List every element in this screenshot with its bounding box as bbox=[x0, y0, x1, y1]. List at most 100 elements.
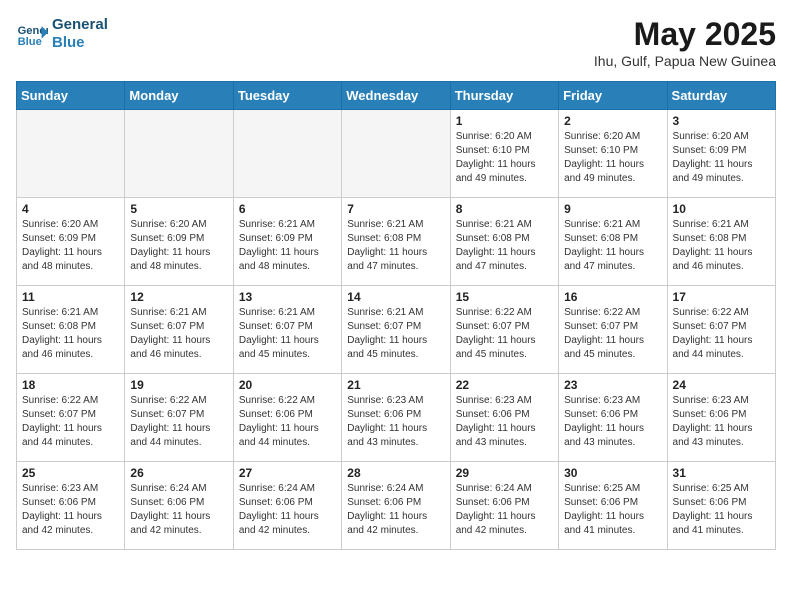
day-number: 3 bbox=[673, 114, 770, 128]
calendar-cell: 23 Sunrise: 6:23 AM Sunset: 6:06 PM Dayli… bbox=[559, 374, 667, 462]
calendar-cell: 27 Sunrise: 6:24 AM Sunset: 6:06 PM Dayli… bbox=[233, 462, 341, 550]
day-number: 11 bbox=[22, 290, 119, 304]
week-row-1: 4 Sunrise: 6:20 AM Sunset: 6:09 PM Daylig… bbox=[17, 198, 776, 286]
day-number: 15 bbox=[456, 290, 553, 304]
calendar-cell: 5 Sunrise: 6:20 AM Sunset: 6:09 PM Daylig… bbox=[125, 198, 233, 286]
week-row-2: 11 Sunrise: 6:21 AM Sunset: 6:08 PM Dayli… bbox=[17, 286, 776, 374]
day-number: 30 bbox=[564, 466, 661, 480]
calendar-cell: 1Sunrise: 6:20 AM Sunset: 6:10 PM Daylig… bbox=[450, 110, 558, 198]
day-info: Sunrise: 6:23 AM Sunset: 6:06 PM Dayligh… bbox=[347, 394, 444, 450]
calendar-cell bbox=[342, 110, 450, 198]
calendar-cell: 28Sunrise: 6:24 AM Sunset: 6:06 PM Dayli… bbox=[342, 462, 450, 550]
calendar-cell: 3 Sunrise: 6:20 AM Sunset: 6:09 PM Daylig… bbox=[667, 110, 775, 198]
calendar-cell: 17 Sunrise: 6:22 AM Sunset: 6:07 PM Dayli… bbox=[667, 286, 775, 374]
day-number: 17 bbox=[673, 290, 770, 304]
calendar-cell: 24 Sunrise: 6:23 AM Sunset: 6:06 PM Dayli… bbox=[667, 374, 775, 462]
calendar-cell: 30 Sunrise: 6:25 AM Sunset: 6:06 PM Dayli… bbox=[559, 462, 667, 550]
calendar-header-row: SundayMondayTuesdayWednesdayThursdayFrid… bbox=[17, 82, 776, 110]
day-info: Sunrise: 6:22 AM Sunset: 6:07 PM Dayligh… bbox=[130, 394, 227, 450]
day-number: 19 bbox=[130, 378, 227, 392]
calendar-cell bbox=[17, 110, 125, 198]
calendar-cell: 26 Sunrise: 6:24 AM Sunset: 6:06 PM Dayli… bbox=[125, 462, 233, 550]
day-info: Sunrise: 6:21 AM Sunset: 6:08 PM Dayligh… bbox=[564, 218, 661, 274]
logo-general: General bbox=[52, 16, 108, 34]
day-info: Sunrise: 6:21 AM Sunset: 6:08 PM Dayligh… bbox=[22, 306, 119, 362]
day-info: Sunrise: 6:23 AM Sunset: 6:06 PM Dayligh… bbox=[564, 394, 661, 450]
calendar-cell: 14 Sunrise: 6:21 AM Sunset: 6:07 PM Dayli… bbox=[342, 286, 450, 374]
day-info: Sunrise: 6:21 AM Sunset: 6:09 PM Dayligh… bbox=[239, 218, 336, 274]
day-number: 10 bbox=[673, 202, 770, 216]
calendar-cell: 22 Sunrise: 6:23 AM Sunset: 6:06 PM Dayli… bbox=[450, 374, 558, 462]
day-info: Sunrise: 6:22 AM Sunset: 6:06 PM Dayligh… bbox=[239, 394, 336, 450]
day-info: Sunrise: 6:23 AM Sunset: 6:06 PM Dayligh… bbox=[456, 394, 553, 450]
calendar-cell: 12Sunrise: 6:21 AM Sunset: 6:07 PM Dayli… bbox=[125, 286, 233, 374]
day-number: 9 bbox=[564, 202, 661, 216]
day-number: 24 bbox=[673, 378, 770, 392]
day-number: 21 bbox=[347, 378, 444, 392]
logo: General Blue General Blue bbox=[16, 16, 108, 52]
month-title: May 2025 bbox=[594, 16, 776, 53]
week-row-3: 18 Sunrise: 6:22 AM Sunset: 6:07 PM Dayli… bbox=[17, 374, 776, 462]
calendar-cell: 6 Sunrise: 6:21 AM Sunset: 6:09 PM Daylig… bbox=[233, 198, 341, 286]
day-number: 14 bbox=[347, 290, 444, 304]
svg-text:Blue: Blue bbox=[18, 36, 42, 48]
day-number: 12 bbox=[130, 290, 227, 304]
day-info: Sunrise: 6:22 AM Sunset: 6:07 PM Dayligh… bbox=[456, 306, 553, 362]
calendar-cell: 16Sunrise: 6:22 AM Sunset: 6:07 PM Dayli… bbox=[559, 286, 667, 374]
calendar-cell: 25Sunrise: 6:23 AM Sunset: 6:06 PM Dayli… bbox=[17, 462, 125, 550]
day-info: Sunrise: 6:21 AM Sunset: 6:08 PM Dayligh… bbox=[347, 218, 444, 274]
calendar-cell: 31 Sunrise: 6:25 AM Sunset: 6:06 PM Dayli… bbox=[667, 462, 775, 550]
day-info: Sunrise: 6:20 AM Sunset: 6:09 PM Dayligh… bbox=[22, 218, 119, 274]
day-number: 2 bbox=[564, 114, 661, 128]
calendar-cell: 9 Sunrise: 6:21 AM Sunset: 6:08 PM Daylig… bbox=[559, 198, 667, 286]
calendar-cell: 4 Sunrise: 6:20 AM Sunset: 6:09 PM Daylig… bbox=[17, 198, 125, 286]
calendar-cell: 19 Sunrise: 6:22 AM Sunset: 6:07 PM Dayli… bbox=[125, 374, 233, 462]
day-info: Sunrise: 6:20 AM Sunset: 6:10 PM Dayligh… bbox=[456, 130, 553, 186]
day-info: Sunrise: 6:20 AM Sunset: 6:09 PM Dayligh… bbox=[673, 130, 770, 186]
day-number: 4 bbox=[22, 202, 119, 216]
calendar-table: SundayMondayTuesdayWednesdayThursdayFrid… bbox=[16, 81, 776, 550]
day-number: 8 bbox=[456, 202, 553, 216]
day-info: Sunrise: 6:21 AM Sunset: 6:08 PM Dayligh… bbox=[456, 218, 553, 274]
day-info: Sunrise: 6:23 AM Sunset: 6:06 PM Dayligh… bbox=[673, 394, 770, 450]
day-info: Sunrise: 6:22 AM Sunset: 6:07 PM Dayligh… bbox=[22, 394, 119, 450]
day-info: Sunrise: 6:24 AM Sunset: 6:06 PM Dayligh… bbox=[130, 482, 227, 538]
day-header-friday: Friday bbox=[559, 82, 667, 110]
day-info: Sunrise: 6:22 AM Sunset: 6:07 PM Dayligh… bbox=[673, 306, 770, 362]
calendar-cell bbox=[233, 110, 341, 198]
calendar-cell: 2Sunrise: 6:20 AM Sunset: 6:10 PM Daylig… bbox=[559, 110, 667, 198]
day-info: Sunrise: 6:21 AM Sunset: 6:07 PM Dayligh… bbox=[347, 306, 444, 362]
calendar-cell: 15 Sunrise: 6:22 AM Sunset: 6:07 PM Dayli… bbox=[450, 286, 558, 374]
day-header-tuesday: Tuesday bbox=[233, 82, 341, 110]
day-header-wednesday: Wednesday bbox=[342, 82, 450, 110]
day-info: Sunrise: 6:24 AM Sunset: 6:06 PM Dayligh… bbox=[239, 482, 336, 538]
calendar-body: 1Sunrise: 6:20 AM Sunset: 6:10 PM Daylig… bbox=[17, 110, 776, 550]
day-number: 6 bbox=[239, 202, 336, 216]
day-number: 31 bbox=[673, 466, 770, 480]
calendar-cell: 11 Sunrise: 6:21 AM Sunset: 6:08 PM Dayli… bbox=[17, 286, 125, 374]
day-number: 26 bbox=[130, 466, 227, 480]
day-number: 23 bbox=[564, 378, 661, 392]
page-header: General Blue General Blue May 2025 Ihu, … bbox=[16, 16, 776, 69]
day-number: 18 bbox=[22, 378, 119, 392]
day-info: Sunrise: 6:23 AM Sunset: 6:06 PM Dayligh… bbox=[22, 482, 119, 538]
day-number: 7 bbox=[347, 202, 444, 216]
calendar-cell: 20 Sunrise: 6:22 AM Sunset: 6:06 PM Dayli… bbox=[233, 374, 341, 462]
day-number: 27 bbox=[239, 466, 336, 480]
calendar-cell: 21 Sunrise: 6:23 AM Sunset: 6:06 PM Dayli… bbox=[342, 374, 450, 462]
location: Ihu, Gulf, Papua New Guinea bbox=[594, 53, 776, 69]
day-number: 5 bbox=[130, 202, 227, 216]
day-number: 29 bbox=[456, 466, 553, 480]
day-number: 28 bbox=[347, 466, 444, 480]
calendar-cell bbox=[125, 110, 233, 198]
day-number: 22 bbox=[456, 378, 553, 392]
week-row-0: 1Sunrise: 6:20 AM Sunset: 6:10 PM Daylig… bbox=[17, 110, 776, 198]
calendar-cell: 29Sunrise: 6:24 AM Sunset: 6:06 PM Dayli… bbox=[450, 462, 558, 550]
day-info: Sunrise: 6:20 AM Sunset: 6:09 PM Dayligh… bbox=[130, 218, 227, 274]
day-header-monday: Monday bbox=[125, 82, 233, 110]
day-number: 20 bbox=[239, 378, 336, 392]
day-info: Sunrise: 6:25 AM Sunset: 6:06 PM Dayligh… bbox=[564, 482, 661, 538]
logo-blue: Blue bbox=[52, 34, 108, 52]
day-info: Sunrise: 6:25 AM Sunset: 6:06 PM Dayligh… bbox=[673, 482, 770, 538]
calendar-cell: 18 Sunrise: 6:22 AM Sunset: 6:07 PM Dayli… bbox=[17, 374, 125, 462]
